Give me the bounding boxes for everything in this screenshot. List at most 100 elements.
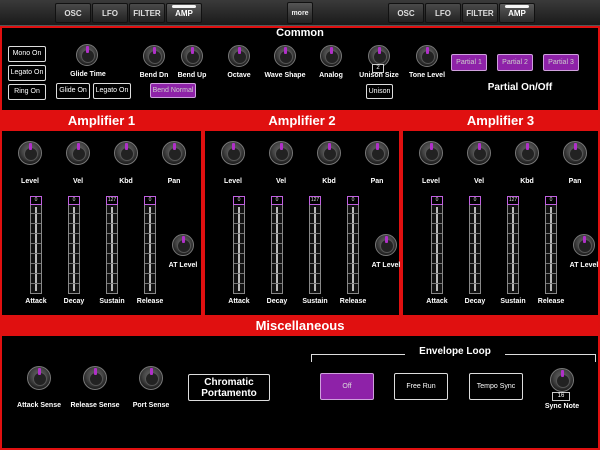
wave-shape-knob[interactable] [274, 45, 296, 67]
amp-3-pan-knob[interactable] [563, 141, 587, 165]
sync-note-knob[interactable] [550, 368, 574, 392]
amp-1-sustain-value[interactable]: 127 [106, 196, 118, 205]
amp-2-attack-fader[interactable]: 0 [233, 196, 245, 294]
tab-lfo-right[interactable]: LFO [425, 3, 461, 23]
amp-1-release-fader[interactable]: 0 [144, 196, 156, 294]
amp-3-release-fader[interactable]: 0 [545, 196, 557, 294]
amp-1-level-knob[interactable] [18, 141, 42, 165]
tab-filter-right[interactable]: FILTER [462, 3, 498, 23]
legato-on-button[interactable]: Legato On [8, 65, 46, 81]
amp-1-vel-knob[interactable] [66, 141, 90, 165]
amp-2-sustain-fader[interactable]: 127 [309, 196, 321, 294]
fader-tick [508, 253, 518, 254]
amp-2-decay-value[interactable]: 0 [271, 196, 283, 205]
tone-level-knob[interactable] [416, 45, 438, 67]
bend-dn-label: Bend Dn [139, 72, 169, 79]
fader-tick [234, 233, 244, 234]
port-sense-knob[interactable] [139, 366, 163, 390]
amp-3-attack-value[interactable]: 0 [431, 196, 443, 205]
amp-2-at-level-knob[interactable] [375, 234, 397, 256]
ring-on-button[interactable]: Ring On [8, 84, 46, 100]
amp-3-decay-value[interactable]: 0 [469, 196, 481, 205]
amp-1-attack-fader[interactable]: 0 [30, 196, 42, 294]
fader-tick [310, 283, 320, 284]
glide-on-button[interactable]: Glide On [56, 83, 90, 99]
amp-1-at-level-knob[interactable] [172, 234, 194, 256]
tab-osc-right[interactable]: OSC [388, 3, 424, 23]
amp-3-vel-knob[interactable] [467, 141, 491, 165]
octave-knob[interactable] [228, 45, 250, 67]
amp-3-release-value[interactable]: 0 [545, 196, 557, 205]
top-bar: OSC LFO FILTER AMP more OSC LFO FILTER A… [0, 0, 600, 26]
amp-2-release-value[interactable]: 0 [347, 196, 359, 205]
fader-tick [31, 213, 41, 214]
amp-1-decay-fader[interactable]: 0 [68, 196, 80, 294]
chromatic-portamento-button[interactable]: Chromatic Portamento [188, 374, 270, 401]
amp-1-pan-knob[interactable] [162, 141, 186, 165]
unison-button[interactable]: Unison [366, 84, 393, 99]
glide-time-knob[interactable] [76, 44, 98, 66]
fader-tick [31, 223, 41, 224]
amp-2-vel-knob[interactable] [269, 141, 293, 165]
fader-tick [145, 213, 155, 214]
amp-2-kbd-label: Kbd [322, 178, 336, 185]
amp-2-kbd-knob[interactable] [317, 141, 341, 165]
loop-off-button[interactable]: Off [320, 373, 374, 400]
release-sense-knob[interactable] [83, 366, 107, 390]
tab-amp-right[interactable]: AMP [499, 3, 535, 23]
amp-1-sustain-fader[interactable]: 127 [106, 196, 118, 294]
fader-tick [31, 243, 41, 244]
amp-3-decay-fader[interactable]: 0 [469, 196, 481, 294]
legato-on-glide-button[interactable]: Legato On [93, 83, 131, 99]
amp-2-decay-fader[interactable]: 0 [271, 196, 283, 294]
fader-tick [145, 223, 155, 224]
amp-2-sustain-value[interactable]: 127 [309, 196, 321, 205]
fader-tick [272, 253, 282, 254]
amp-3-sustain-value[interactable]: 127 [507, 196, 519, 205]
fader-tick [432, 253, 442, 254]
free-run-button[interactable]: Free Run [394, 373, 448, 400]
tab-filter-left[interactable]: FILTER [129, 3, 165, 23]
amp-2-at-level-label: AT Level [371, 262, 401, 269]
more-button[interactable]: more [287, 2, 313, 24]
fader-tick [234, 263, 244, 264]
amp-1-attack-value[interactable]: 0 [30, 196, 42, 205]
amp-2-pan-knob[interactable] [365, 141, 389, 165]
fader-tick [470, 213, 480, 214]
analog-knob[interactable] [320, 45, 342, 67]
tab-amp-left[interactable]: AMP [166, 3, 202, 23]
fader-tick [546, 233, 556, 234]
amp-1-release-value[interactable]: 0 [144, 196, 156, 205]
bend-up-knob[interactable] [181, 45, 203, 67]
bend-normal-button[interactable]: Bend Normal [150, 83, 196, 98]
amp-2-level-knob[interactable] [221, 141, 245, 165]
amp-3-level-knob[interactable] [419, 141, 443, 165]
amp-3-attack-fader[interactable]: 0 [431, 196, 443, 294]
fader-tick [546, 223, 556, 224]
amp-2-release-fader[interactable]: 0 [347, 196, 359, 294]
mono-on-button[interactable]: Mono On [8, 46, 46, 62]
bend-dn-knob[interactable] [143, 45, 165, 67]
tab-lfo-left[interactable]: LFO [92, 3, 128, 23]
amp-3-kbd-knob[interactable] [515, 141, 539, 165]
partial-1-button[interactable]: Partial 1 [451, 54, 487, 71]
fader-tick [546, 253, 556, 254]
fader-tick [31, 263, 41, 264]
fader-tick [310, 253, 320, 254]
tab-osc-left[interactable]: OSC [55, 3, 91, 23]
amp-1-kbd-knob[interactable] [114, 141, 138, 165]
fader-tick [470, 273, 480, 274]
partial-3-button[interactable]: Partial 3 [543, 54, 579, 71]
amp-1-decay-value[interactable]: 0 [68, 196, 80, 205]
amp-3-at-level-knob[interactable] [573, 234, 595, 256]
attack-sense-knob[interactable] [27, 366, 51, 390]
partial-2-button[interactable]: Partial 2 [497, 54, 533, 71]
fader-tick [145, 233, 155, 234]
amp-2-decay-label: Decay [266, 298, 288, 305]
amp-2-attack-value[interactable]: 0 [233, 196, 245, 205]
amp-3-sustain-fader[interactable]: 127 [507, 196, 519, 294]
amp-3-vel-label: Vel [473, 178, 485, 185]
common-title: Common [276, 27, 324, 39]
fader-tick [348, 283, 358, 284]
tempo-sync-button[interactable]: Tempo Sync [469, 373, 523, 400]
